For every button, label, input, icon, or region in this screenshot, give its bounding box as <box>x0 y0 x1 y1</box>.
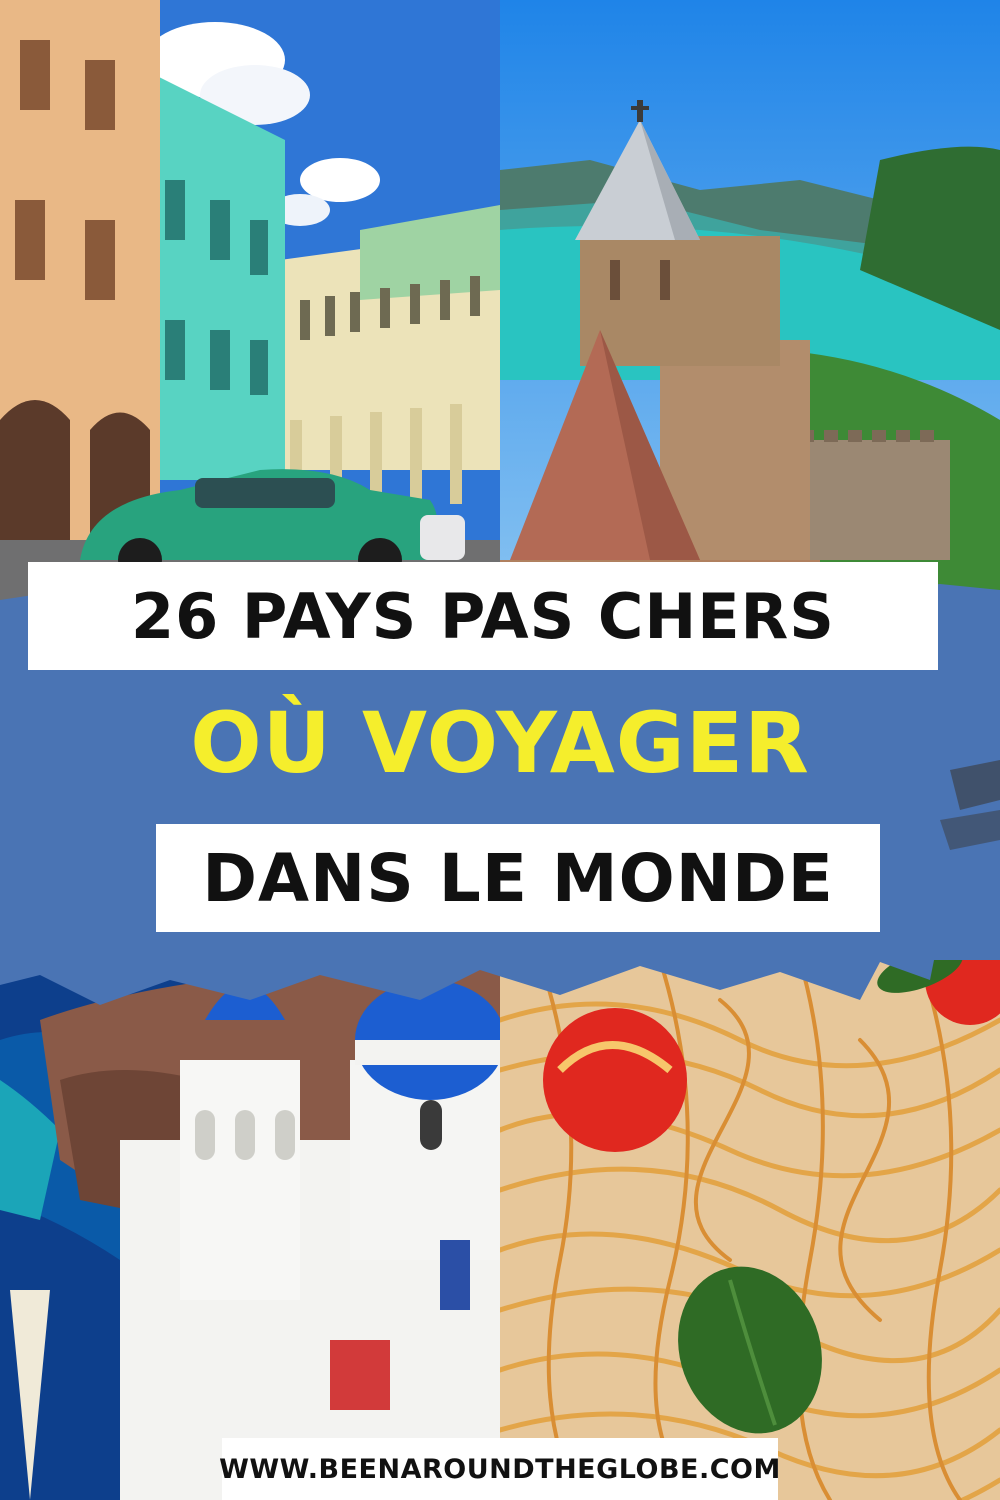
pin-canvas: 26 PAYS PAS CHERS OÙ VOYAGER DANS LE MON… <box>0 0 1000 1500</box>
santorini-photo <box>0 960 500 1500</box>
fortress-lake-photo <box>500 0 1000 640</box>
headline-line-2: OÙ VOYAGER <box>190 694 810 792</box>
spaghetti-photo <box>500 960 1000 1500</box>
website-url[interactable]: WWW.BEENAROUNDTHEGLOBE.COM <box>219 1438 780 1500</box>
havana-street-photo <box>0 0 500 640</box>
headline-line-1: 26 PAYS PAS CHERS <box>28 562 938 670</box>
headline-line-3: DANS LE MONDE <box>156 824 880 932</box>
